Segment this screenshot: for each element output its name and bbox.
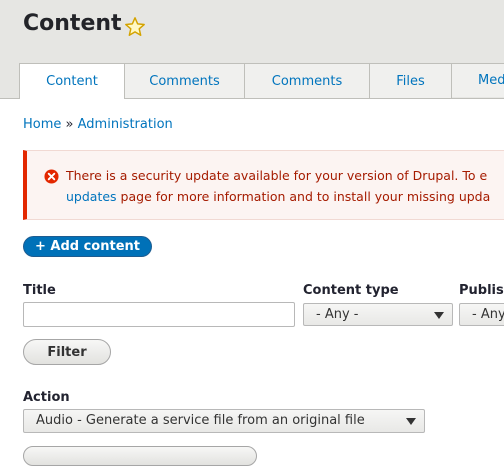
- apply-action-button[interactable]: [23, 446, 257, 466]
- error-message-line-2-rest: page for more information and to install…: [116, 189, 491, 204]
- error-message-text: There is a security update available for…: [66, 165, 504, 207]
- tab-content[interactable]: Content: [19, 63, 125, 99]
- primary-tabs: Content Comments Comments Files Med: [19, 63, 504, 99]
- page-title: Content: [23, 11, 122, 36]
- breadcrumb-separator: »: [65, 117, 74, 132]
- tab-comments-2[interactable]: Comments: [244, 63, 370, 98]
- tab-media[interactable]: Med: [451, 63, 504, 97]
- chevron-down-icon: [434, 312, 444, 319]
- action-value: Audio - Generate a service file from an …: [36, 413, 365, 428]
- title-input[interactable]: [23, 302, 295, 327]
- published-status-select[interactable]: - Any: [459, 303, 504, 326]
- title-label: Title: [23, 283, 56, 298]
- content-type-value: - Any -: [316, 307, 359, 322]
- published-status-label: Publis: [459, 283, 504, 298]
- breadcrumb: Home » Administration: [23, 117, 173, 132]
- action-label: Action: [23, 390, 70, 405]
- tab-files[interactable]: Files: [369, 63, 452, 98]
- published-status-value: - Any: [472, 307, 504, 322]
- content-type-label: Content type: [303, 283, 399, 298]
- action-select[interactable]: Audio - Generate a service file from an …: [23, 409, 425, 433]
- star-icon[interactable]: [124, 16, 146, 38]
- content-type-select[interactable]: - Any -: [303, 303, 453, 326]
- filter-button[interactable]: Filter: [23, 339, 111, 365]
- tab-comments[interactable]: Comments: [124, 63, 245, 98]
- error-message-line-1: There is a security update available for…: [66, 168, 488, 183]
- error-message-line-2: updates page for more information and to…: [66, 186, 504, 207]
- available-updates-link[interactable]: updates: [66, 189, 117, 204]
- error-icon: [44, 169, 59, 184]
- error-message: There is a security update available for…: [23, 150, 504, 220]
- add-content-button[interactable]: + Add content: [23, 236, 152, 257]
- chevron-down-icon: [406, 418, 416, 425]
- breadcrumb-administration[interactable]: Administration: [78, 117, 173, 132]
- breadcrumb-home[interactable]: Home: [23, 117, 61, 132]
- page-header: Content Content Comments Comments Files …: [0, 0, 504, 99]
